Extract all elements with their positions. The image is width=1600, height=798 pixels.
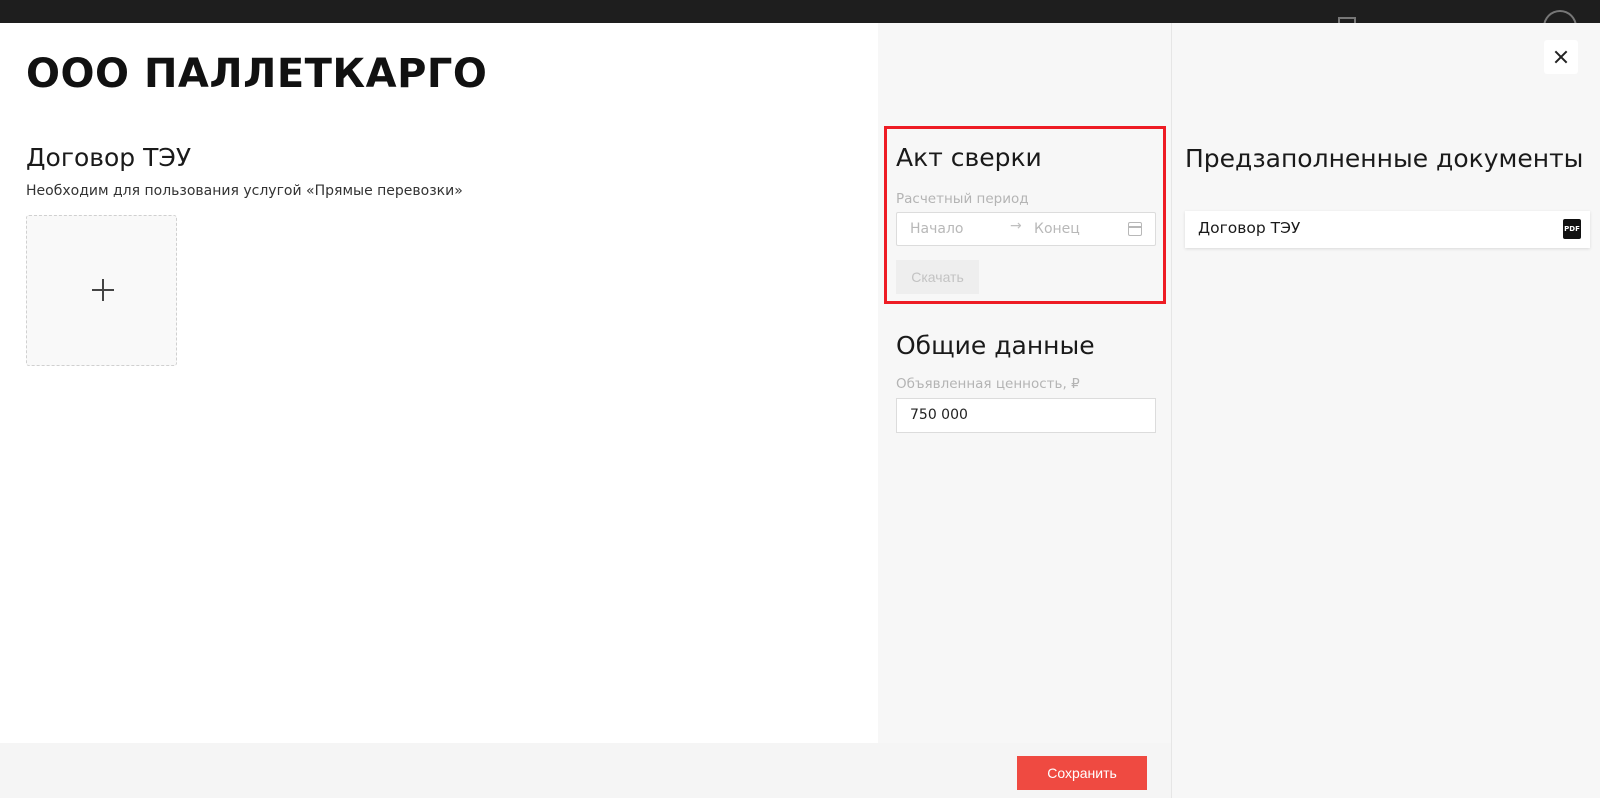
footer-bar: [0, 743, 1171, 798]
pdf-icon[interactable]: PDF: [1563, 219, 1581, 239]
teu-contract-description: Необходим для пользования услугой «Прямы…: [26, 183, 463, 199]
general-data-title: Общие данные: [896, 331, 1095, 360]
range-end-input[interactable]: Конец: [1034, 221, 1080, 237]
teu-contract-title: Договор ТЭУ: [26, 143, 192, 172]
prefilled-docs-title: Предзаполненные документы: [1185, 144, 1584, 173]
calendar-icon[interactable]: [1128, 222, 1142, 236]
upload-dropzone[interactable]: [26, 215, 177, 366]
page-title: ООО ПАЛЛЕТКАРГО: [26, 51, 488, 97]
date-range-picker[interactable]: Начало → Конец: [896, 212, 1156, 246]
top-bar: [0, 0, 1600, 36]
plus-icon-vertical: [102, 279, 104, 301]
range-start-input[interactable]: Начало: [910, 221, 963, 237]
document-name: Договор ТЭУ: [1198, 219, 1301, 237]
declared-value-label: Объявленная ценность, ₽: [896, 376, 1080, 392]
declared-value-input[interactable]: 750 000: [896, 398, 1156, 433]
download-button[interactable]: Скачать: [896, 260, 979, 294]
period-label: Расчетный период: [896, 191, 1029, 207]
reconciliation-title: Акт сверки: [896, 143, 1042, 172]
arrow-right-icon: →: [1010, 218, 1022, 234]
main-panel: ООО ПАЛЛЕТКАРГО Договор ТЭУ Необходим дл…: [0, 23, 878, 743]
save-button[interactable]: Сохранить: [1017, 756, 1147, 790]
document-item[interactable]: Договор ТЭУ PDF: [1185, 211, 1590, 248]
documents-panel: [1172, 23, 1600, 798]
close-icon[interactable]: [1544, 40, 1578, 74]
